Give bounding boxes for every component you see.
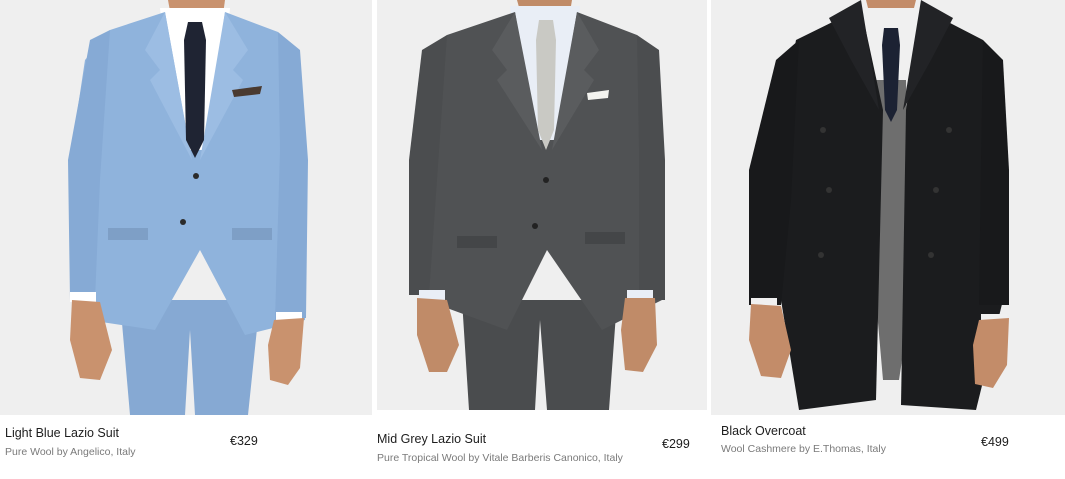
product-description: Pure Tropical Wool by Vitale Barberis Ca…	[377, 452, 623, 464]
product-description: Wool Cashmere by E.Thomas, Italy	[721, 443, 886, 455]
product-price: €299	[662, 437, 690, 451]
product-name[interactable]: Light Blue Lazio Suit	[5, 426, 119, 440]
product-image[interactable]	[711, 0, 1065, 415]
product-price: €499	[981, 435, 1009, 449]
overcoat-image-black	[711, 0, 1065, 415]
product-name[interactable]: Mid Grey Lazio Suit	[377, 432, 486, 446]
product-price: €329	[230, 434, 258, 448]
product-name[interactable]: Black Overcoat	[721, 424, 806, 438]
product-image[interactable]	[377, 0, 707, 410]
suit-image-light-blue	[0, 0, 372, 415]
product-description: Pure Wool by Angelico, Italy	[5, 446, 136, 458]
suit-image-mid-grey	[377, 0, 707, 410]
product-grid: Light Blue Lazio Suit Pure Wool by Angel…	[0, 0, 1065, 479]
product-image[interactable]	[0, 0, 372, 415]
